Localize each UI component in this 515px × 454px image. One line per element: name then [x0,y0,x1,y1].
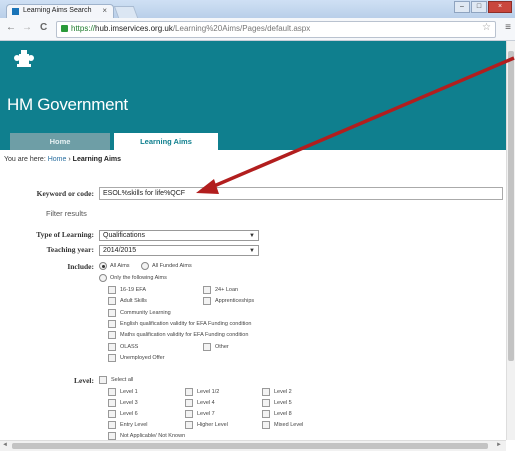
annotation-arrow [196,56,515,194]
